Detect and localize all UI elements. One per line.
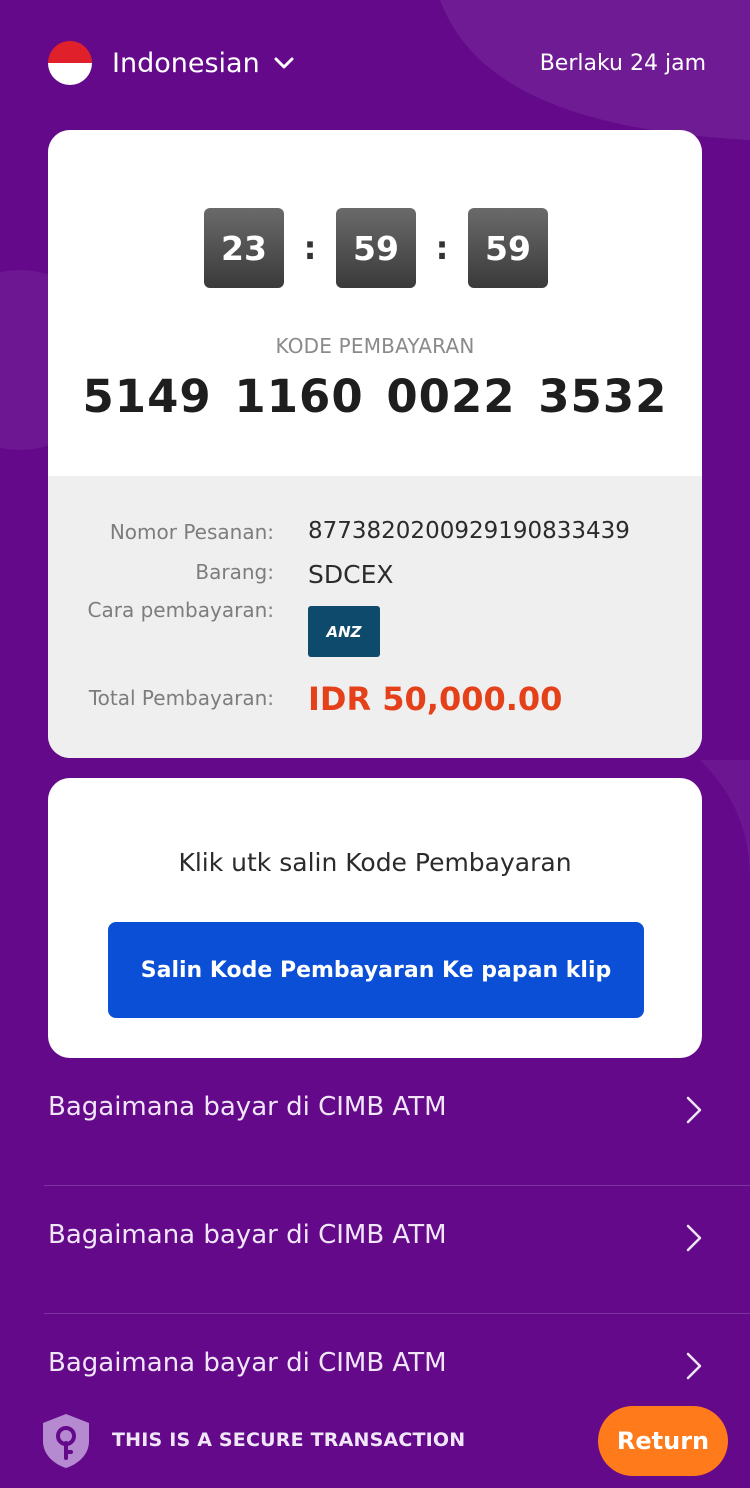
howto-label: Bagaimana bayar di CIMB ATM	[48, 1092, 447, 1122]
countdown-timer: 23 : 59 : 59	[204, 208, 548, 288]
timer-seconds: 59	[468, 208, 548, 288]
return-button[interactable]: Return	[598, 1406, 728, 1476]
total-label: Total Pembayaran:	[88, 686, 274, 710]
chevron-right-icon	[686, 1096, 702, 1124]
timer-separator: :	[303, 229, 317, 267]
indonesia-flag-icon	[48, 41, 92, 85]
language-label: Indonesian	[112, 47, 260, 79]
anz-logo-text: ANZ	[326, 622, 362, 641]
chevron-right-icon	[686, 1352, 702, 1380]
howto-label: Bagaimana bayar di CIMB ATM	[48, 1220, 447, 1250]
timer-hours: 23	[204, 208, 284, 288]
item-value: SDCEX	[308, 560, 394, 589]
payment-method-label: Cara pembayaran:	[87, 598, 274, 622]
anz-logo: ANZ	[308, 606, 380, 657]
copy-card: Klik utk salin Kode Pembayaran Salin Kod…	[48, 778, 702, 1058]
howto-label: Bagaimana bayar di CIMB ATM	[48, 1348, 447, 1378]
validity-text: Berlaku 24 jam	[539, 50, 706, 76]
order-number-value: 877382020092919083343​9	[308, 518, 630, 544]
copy-hint: Klik utk salin Kode Pembayaran	[178, 848, 572, 877]
total-amount: IDR 50,000.00	[308, 680, 563, 718]
top-bar: Indonesian Berlaku 24 jam	[48, 40, 706, 86]
timer-minutes: 59	[336, 208, 416, 288]
chevron-down-icon	[274, 57, 294, 69]
payment-card: 23 : 59 : 59 KODE PEMBAYARAN 5149 1160 0…	[48, 130, 702, 758]
language-selector[interactable]: Indonesian	[48, 41, 296, 85]
order-number-label: Nomor Pesanan:	[109, 520, 274, 544]
copy-code-button[interactable]: Salin Kode Pembayaran Ke papan klip	[108, 922, 644, 1018]
chevron-right-icon	[686, 1224, 702, 1252]
timer-separator: :	[435, 229, 449, 267]
item-label: Barang:	[195, 560, 274, 584]
shield-lock-icon	[43, 1414, 89, 1468]
howto-item[interactable]: Bagaimana bayar di CIMB ATM	[44, 1058, 750, 1186]
payment-code-label: KODE PEMBAYARAN	[275, 334, 475, 358]
footer-bar: THIS IS A SECURE TRANSACTION Return	[0, 1390, 750, 1488]
order-details: Nomor Pesanan: 877382020092919083343​9 B…	[48, 476, 702, 758]
secure-transaction-text: THIS IS A SECURE TRANSACTION	[112, 1429, 466, 1451]
howto-item[interactable]: Bagaimana bayar di CIMB ATM	[44, 1186, 750, 1314]
payment-code-value: 5149 1160 0022 3532	[82, 370, 668, 423]
